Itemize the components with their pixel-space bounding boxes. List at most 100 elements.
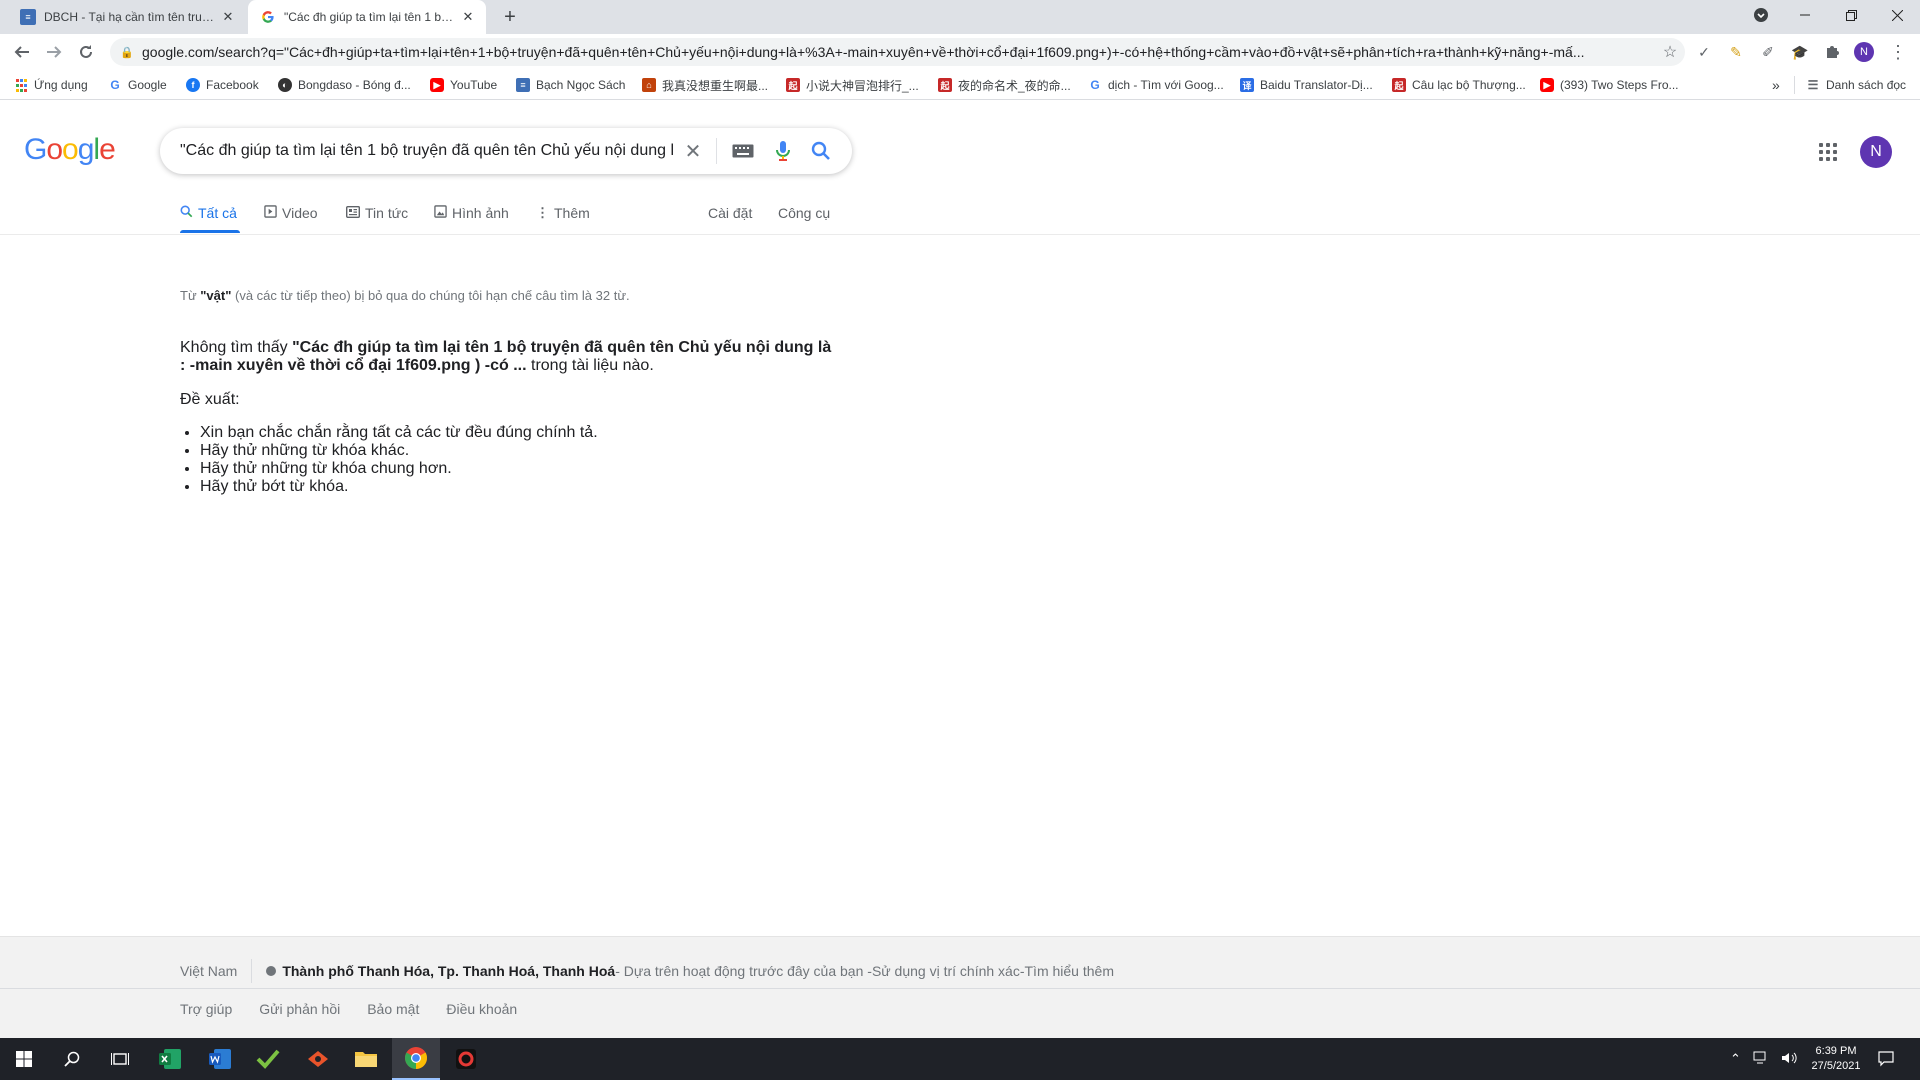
footer-country: Việt Nam [180, 963, 238, 979]
close-window-icon[interactable] [1874, 0, 1920, 30]
google-logo[interactable]: Google [24, 133, 116, 167]
restore-window-icon[interactable] [1828, 0, 1874, 30]
youtube-icon: ▶ [1540, 78, 1554, 92]
bookmark-label: dịch - Tìm với Goog... [1108, 78, 1224, 92]
no-results-message: Không tìm thấy "Các đh giúp ta tìm lại t… [180, 339, 840, 375]
new-tab-button[interactable]: + [498, 6, 522, 28]
bookmark-bach-ngoc-sach[interactable]: ≡ Bạch Ngọc Sách [516, 76, 625, 94]
video-icon [264, 205, 277, 221]
bookmarks-overflow-chevron[interactable]: » [1772, 76, 1780, 94]
bookmark-google-search[interactable]: G dịch - Tìm với Goog... [1088, 76, 1224, 94]
bookmark-apps[interactable]: Ứng dụng [14, 76, 88, 94]
footer-link-help[interactable]: Trợ giúp [180, 1001, 232, 1017]
footer-divider-line [0, 988, 1920, 989]
tab-search-icon[interactable] [1738, 0, 1784, 30]
browser-tab-google[interactable]: "Các đh giúp ta tìm lại tên 1 bộ truyện.… [248, 0, 486, 34]
bookmark-star-icon[interactable]: ☆ [1655, 42, 1685, 62]
settings-link[interactable]: Cài đặt [708, 203, 752, 223]
word-app-icon[interactable] [196, 1038, 244, 1080]
bookmark-label: Câu lạc bộ Thượng... [1412, 78, 1526, 92]
garena-app-icon[interactable] [442, 1038, 490, 1080]
suggestion-item: Xin bạn chắc chắn rằng tất cả các từ đều… [200, 424, 598, 442]
system-tray: ⌃ [1730, 1038, 1797, 1080]
bookmark-clb[interactable]: 起 Câu lạc bộ Thượng... [1392, 76, 1526, 94]
highlighter-extension-icon[interactable]: ✎ [1724, 40, 1748, 64]
check-extension-icon[interactable]: ✓ [1692, 40, 1716, 64]
bookmark-youtube-two-steps[interactable]: ▶ (393) Two Steps Fro... [1540, 76, 1679, 94]
graduation-cap-extension-icon[interactable]: 🎓 [1788, 40, 1812, 64]
bookmark-label: (393) Two Steps Fro... [1560, 78, 1679, 92]
tab-more[interactable]: ⋮ Thêm [536, 203, 590, 223]
keyboard-icon[interactable] [730, 140, 756, 162]
bookmark-youtube[interactable]: ▶ YouTube [430, 76, 497, 94]
bookmark-facebook[interactable]: f Facebook [186, 76, 259, 94]
tab-video[interactable]: Video [264, 203, 318, 223]
profile-avatar-small[interactable]: N [1852, 40, 1876, 64]
bookmark-label: 小说大神冒泡排行_... [806, 78, 919, 93]
bookmark-label: 我真没想重生啊最... [662, 78, 769, 93]
search-input[interactable]: "Các đh giúp ta tìm lại tên 1 bộ truyện … [180, 142, 676, 160]
news-icon [345, 205, 361, 221]
taskbar-clock[interactable]: 6:39 PM 27/5/2021 [1806, 1044, 1866, 1074]
notification-center-icon[interactable] [1874, 1047, 1898, 1071]
chrome-menu-icon[interactable]: ⋮ [1886, 40, 1910, 64]
close-tab-icon[interactable]: ✕ [460, 9, 476, 25]
learn-more-link[interactable]: Tìm hiểu thêm [1025, 964, 1114, 978]
tab-all[interactable]: Tất cả [180, 203, 237, 223]
forward-arrow-icon[interactable] [40, 34, 68, 70]
close-tab-icon[interactable]: ✕ [220, 9, 236, 25]
checkmark-app-icon[interactable] [244, 1038, 292, 1080]
query-truncation-note: Từ "vật" (và các từ tiếp theo) bị bỏ qua… [180, 288, 630, 303]
clear-search-icon[interactable]: ✕ [680, 138, 706, 164]
suggestions-list: Xin bạn chắc chắn rằng tất cả các từ đều… [180, 424, 598, 496]
browser-tab-dbch[interactable]: ≡ DBCH - Tại hạ cần tìm tên truyện... ✕ [8, 0, 246, 34]
reading-list-icon: ☰ [1807, 78, 1819, 92]
search-box[interactable]: "Các đh giúp ta tìm lại tên 1 bộ truyện … [160, 128, 852, 174]
chrome-app-icon[interactable] [392, 1038, 440, 1080]
tab-label: Tất cả [198, 205, 237, 221]
volume-icon[interactable] [1781, 1051, 1797, 1068]
extensions-puzzle-icon[interactable] [1820, 40, 1844, 64]
microphone-icon[interactable] [770, 138, 796, 164]
remote-app-icon[interactable] [294, 1038, 342, 1080]
tab-news[interactable]: Tin tức [345, 203, 408, 223]
site-favicon-icon: ≡ [20, 9, 36, 25]
file-explorer-icon[interactable] [342, 1038, 390, 1080]
back-arrow-icon[interactable] [8, 34, 36, 70]
bookmark-site-2[interactable]: 起 小说大神冒泡排行_... [786, 76, 919, 94]
baidu-icon: 译 [1240, 78, 1254, 92]
account-avatar[interactable]: N [1860, 136, 1892, 168]
bookmark-site-1[interactable]: ⌂ 我真没想重生啊最... [642, 76, 768, 94]
lock-icon[interactable]: 🔒 [120, 46, 134, 59]
network-icon[interactable] [1753, 1051, 1769, 1068]
task-view-icon[interactable] [96, 1038, 144, 1080]
apps-icon [14, 78, 28, 92]
page-footer: Việt Nam Thành phố Thanh Hóa, Tp. Thanh … [0, 936, 1920, 1038]
footer-link-privacy[interactable]: Bảo mật [367, 1001, 419, 1017]
footer-links: Trợ giúp Gửi phản hồi Bảo mật Điều khoản [180, 1001, 517, 1017]
use-precise-location-link[interactable]: Sử dụng vị trí chính xác [872, 964, 1020, 978]
bookmark-baidu[interactable]: 译 Baidu Translator-Dị... [1240, 76, 1373, 94]
minimize-window-icon[interactable] [1782, 0, 1828, 30]
bookmarks-divider [1794, 76, 1795, 94]
taskbar-search-icon[interactable] [48, 1038, 96, 1080]
tools-link[interactable]: Công cụ [778, 203, 830, 223]
reading-list-button[interactable]: ☰ Danh sách đọc [1806, 76, 1906, 94]
tab-images[interactable]: Hình ảnh [434, 203, 509, 223]
address-url[interactable]: google.com/search?q="Các+đh+giúp+ta+tìm+… [142, 44, 1655, 60]
tray-chevron-up-icon[interactable]: ⌃ [1730, 1051, 1741, 1067]
search-icon[interactable] [808, 138, 834, 164]
eyedropper-extension-icon[interactable]: ✐ [1756, 40, 1780, 64]
footer-link-terms[interactable]: Điều khoản [446, 1001, 517, 1017]
address-bar[interactable]: 🔒 google.com/search?q="Các+đh+giúp+ta+tì… [110, 38, 1685, 66]
bookmark-site-3[interactable]: 起 夜的命名术_夜的命... [938, 76, 1071, 94]
bookmark-google[interactable]: G Google [108, 76, 166, 94]
footer-link-feedback[interactable]: Gửi phản hồi [259, 1001, 340, 1017]
windows-start-icon[interactable] [0, 1038, 48, 1080]
reload-icon[interactable] [72, 34, 100, 70]
google-apps-icon[interactable] [1816, 140, 1840, 164]
bookmark-bongdaso[interactable]: ◐ Bongdaso - Bóng đ... [278, 76, 411, 94]
excel-app-icon[interactable] [146, 1038, 194, 1080]
note-suffix: (và các từ tiếp theo) bị bỏ qua do chúng… [231, 288, 630, 303]
search-icon [180, 205, 193, 221]
